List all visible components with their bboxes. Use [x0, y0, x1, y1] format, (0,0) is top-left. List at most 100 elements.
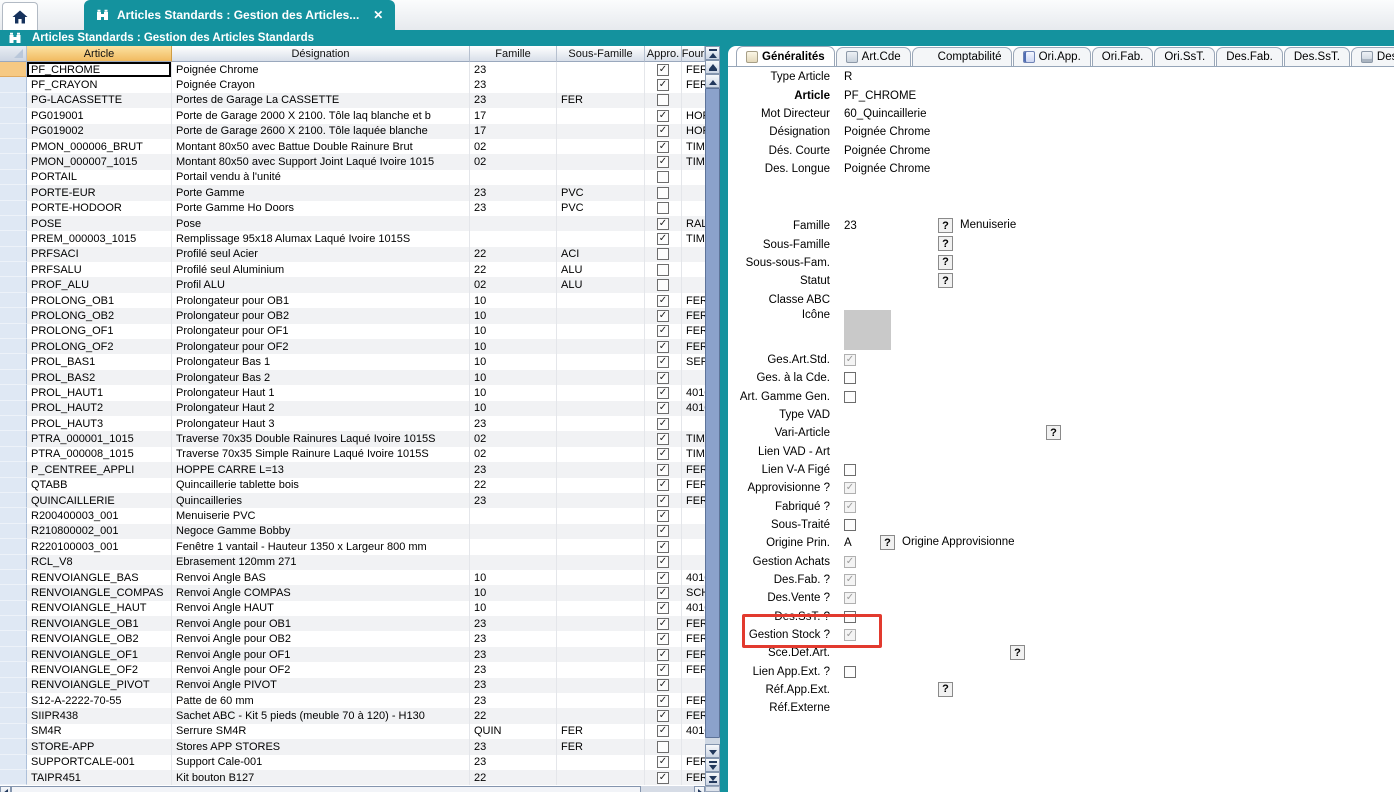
row-header-cell[interactable] — [0, 385, 27, 400]
fournisseur-cell[interactable]: FER — [682, 308, 705, 323]
table-row[interactable]: RENVOIANGLE_OB2Renvoi Angle pour OB223✓F… — [0, 631, 705, 646]
article-cell[interactable]: PROL_HAUT2 — [27, 401, 172, 416]
famille-cell[interactable]: 02 — [470, 154, 557, 169]
appro-cell[interactable]: ✓ — [645, 493, 682, 508]
appro-checkbox[interactable]: ✓ — [657, 602, 669, 614]
fournisseur-cell[interactable]: FER — [682, 77, 705, 92]
fournisseur-cell[interactable] — [682, 739, 705, 754]
article-cell[interactable]: PROL_BAS2 — [27, 370, 172, 385]
fournisseur-cell[interactable]: FER — [682, 693, 705, 708]
sous-famille-cell[interactable] — [557, 401, 645, 416]
table-row[interactable]: PROL_BAS1Prolongateur Bas 110✓SEP — [0, 354, 705, 369]
sous-famille-cell[interactable]: FER — [557, 724, 645, 739]
sous-famille-cell[interactable] — [557, 539, 645, 554]
appro-cell[interactable]: ✓ — [645, 308, 682, 323]
table-row[interactable]: RENVOIANGLE_BASRenvoi Angle BAS10✓4010 — [0, 570, 705, 585]
appro-cell[interactable]: ✓ — [645, 447, 682, 462]
sous-famille-cell[interactable] — [557, 570, 645, 585]
tab-Des.SsT.[interactable]: Des.SsT. — [1284, 47, 1350, 66]
sous-famille-cell[interactable]: PVC — [557, 201, 645, 216]
famille-cell[interactable] — [470, 524, 557, 539]
fournisseur-cell[interactable]: FER — [682, 770, 705, 785]
designation-cell[interactable]: Prolongateur Haut 1 — [172, 385, 470, 400]
designation-cell[interactable]: Traverse 70x35 Double Rainures Laqué Ivo… — [172, 431, 470, 446]
row-header-cell[interactable] — [0, 231, 27, 246]
appro-checkbox[interactable]: ✓ — [657, 448, 669, 460]
table-row[interactable]: PROL_HAUT3Prolongateur Haut 323✓ — [0, 416, 705, 431]
famille-cell[interactable]: 10 — [470, 601, 557, 616]
row-header-cell[interactable] — [0, 262, 27, 277]
appro-checkbox[interactable]: ✓ — [657, 679, 669, 691]
article-cell[interactable]: PROL_HAUT1 — [27, 385, 172, 400]
famille-cell[interactable]: 22 — [470, 478, 557, 493]
appro-cell[interactable] — [645, 739, 682, 754]
article-cell[interactable]: PROL_HAUT3 — [27, 416, 172, 431]
sous-famille-cell[interactable]: FER — [557, 739, 645, 754]
table-row[interactable]: PROL_BAS2Prolongateur Bas 210✓ — [0, 370, 705, 385]
designation-cell[interactable]: Kit bouton B127 — [172, 770, 470, 785]
appro-cell[interactable] — [645, 247, 682, 262]
appro-checkbox[interactable]: ✓ — [657, 495, 669, 507]
fournisseur-cell[interactable]: 4010 — [682, 385, 705, 400]
designation-cell[interactable]: Prolongateur Bas 2 — [172, 370, 470, 385]
appro-checkbox[interactable]: ✓ — [657, 64, 669, 76]
table-row[interactable]: SIIPR438Sachet ABC - Kit 5 pieds (meuble… — [0, 708, 705, 723]
sous-famille-cell[interactable] — [557, 770, 645, 785]
famille-cell[interactable]: 23 — [470, 62, 557, 77]
article-cell[interactable]: PROLONG_OB2 — [27, 308, 172, 323]
fournisseur-cell[interactable]: HOR — [682, 124, 705, 139]
table-row[interactable]: PROLONG_OB1Prolongateur pour OB110✓FER — [0, 293, 705, 308]
article-cell[interactable]: RENVOIANGLE_BAS — [27, 570, 172, 585]
article-cell[interactable]: P_CENTREE_APPLI — [27, 462, 172, 477]
row-header-cell[interactable] — [0, 739, 27, 754]
scroll-up-button[interactable] — [705, 74, 720, 88]
row-header-cell[interactable] — [0, 93, 27, 108]
article-cell[interactable]: PROF_ALU — [27, 277, 172, 292]
row-header-cell[interactable] — [0, 755, 27, 770]
appro-checkbox[interactable]: ✓ — [657, 464, 669, 476]
help-button[interactable]: ? — [1046, 425, 1061, 440]
table-row[interactable]: PF_CRAYONPoignée Crayon23✓FER — [0, 77, 705, 92]
row-header-cell[interactable] — [0, 324, 27, 339]
row-header-cell[interactable] — [0, 308, 27, 323]
famille-cell[interactable]: 22 — [470, 770, 557, 785]
table-row[interactable]: PMON_000007_1015Montant 80x50 avec Suppo… — [0, 154, 705, 169]
famille-cell[interactable]: 22 — [470, 247, 557, 262]
page-up-button[interactable] — [705, 60, 720, 74]
scroll-to-top-button[interactable] — [705, 46, 720, 60]
appro-cell[interactable]: ✓ — [645, 693, 682, 708]
sous-famille-cell[interactable] — [557, 324, 645, 339]
appro-checkbox[interactable]: ✓ — [657, 325, 669, 337]
row-header-cell[interactable] — [0, 662, 27, 677]
page-down-button[interactable] — [705, 758, 720, 772]
appro-cell[interactable]: ✓ — [645, 555, 682, 570]
row-header-cell[interactable] — [0, 493, 27, 508]
designation-cell[interactable]: Porte Gamme Ho Doors — [172, 201, 470, 216]
fournisseur-cell[interactable]: TIMB — [682, 431, 705, 446]
designation-cell[interactable]: Remplissage 95x18 Alumax Laqué Ivoire 10… — [172, 231, 470, 246]
sous-famille-cell[interactable] — [557, 524, 645, 539]
table-row[interactable]: RENVOIANGLE_PIVOTRenvoi Angle PIVOT23✓ — [0, 678, 705, 693]
article-cell[interactable]: S12-A-2222-70-55 — [27, 693, 172, 708]
sous-famille-cell[interactable] — [557, 339, 645, 354]
table-row[interactable]: PG019001Porte de Garage 2000 X 2100. Tôl… — [0, 108, 705, 123]
designation-cell[interactable]: Poignée Chrome — [172, 62, 470, 77]
famille-cell[interactable]: QUIN — [470, 724, 557, 739]
designation-cell[interactable]: Support Cale-001 — [172, 755, 470, 770]
appro-cell[interactable]: ✓ — [645, 662, 682, 677]
fournisseur-cell[interactable]: FER — [682, 478, 705, 493]
designation-cell[interactable]: Prolongateur pour OB2 — [172, 308, 470, 323]
sous-famille-cell[interactable] — [557, 308, 645, 323]
home-button[interactable] — [2, 2, 38, 30]
appro-cell[interactable]: ✓ — [645, 139, 682, 154]
article-cell[interactable]: PRFSALU — [27, 262, 172, 277]
sous-famille-cell[interactable] — [557, 62, 645, 77]
field-value[interactable]: Poignée Chrome — [844, 163, 930, 175]
appro-checkbox[interactable]: ✓ — [657, 372, 669, 384]
tab-Art.Cde[interactable]: Art.Cde — [836, 47, 911, 66]
table-row[interactable]: PROL_HAUT1Prolongateur Haut 110✓4010 — [0, 385, 705, 400]
appro-checkbox[interactable]: ✓ — [657, 510, 669, 522]
designation-cell[interactable]: Renvoi Angle pour OB2 — [172, 631, 470, 646]
table-row[interactable]: STORE-APPStores APP STORES23FER — [0, 739, 705, 754]
field-value[interactable]: A — [844, 537, 852, 549]
